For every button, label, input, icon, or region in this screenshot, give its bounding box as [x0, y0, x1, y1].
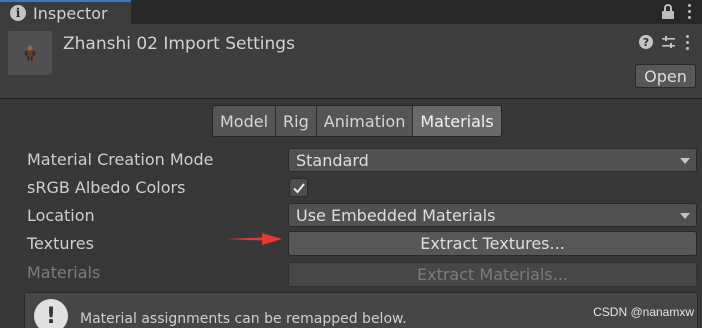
location-value: Use Embedded Materials [296, 205, 496, 225]
tab-animation[interactable]: Animation [316, 106, 414, 136]
tab-rig[interactable]: Rig [276, 106, 317, 136]
inspector-tab-label: Inspector [33, 3, 108, 23]
tab-model[interactable]: Model [213, 106, 277, 136]
chevron-down-icon [680, 213, 690, 219]
header-tools: ? [639, 34, 690, 50]
red-arrow-annotation [226, 233, 282, 245]
more-options-icon[interactable] [686, 3, 692, 19]
warning-icon: ! [34, 299, 68, 328]
open-button[interactable]: Open [635, 64, 696, 88]
srgb-albedo-label: sRGB Albedo Colors [27, 178, 186, 197]
extract-textures-button[interactable]: Extract Textures... [288, 231, 697, 256]
presets-icon[interactable] [661, 35, 676, 50]
materials-label: Materials [27, 263, 101, 282]
asset-thumbnail [8, 31, 52, 75]
srgb-albedo-checkbox[interactable] [289, 178, 308, 197]
tab-tools [661, 3, 692, 19]
material-creation-mode-dropdown[interactable]: Standard [288, 148, 697, 172]
extract-materials-button: Extract Materials... [288, 262, 697, 287]
lock-icon[interactable] [661, 3, 674, 19]
textures-label: Textures [27, 234, 94, 253]
character-preview-icon [24, 45, 36, 61]
helpbox-text: Material assignments can be remapped bel… [80, 311, 407, 327]
material-creation-mode-label: Material Creation Mode [27, 150, 214, 169]
chevron-down-icon [680, 158, 690, 164]
watermark: CSDN @nanamxw [593, 305, 694, 319]
tab-materials[interactable]: Materials [413, 106, 501, 136]
more-options-icon[interactable] [684, 34, 690, 50]
page-title: Zhanshi 02 Import Settings [63, 34, 295, 54]
import-settings-header: Zhanshi 02 Import Settings ? Open [0, 24, 702, 99]
import-tabs: Model Rig Animation Materials [212, 105, 502, 137]
info-icon: i [10, 5, 26, 21]
checkmark-icon [293, 183, 305, 194]
help-icon[interactable]: ? [639, 35, 653, 49]
window-tab-bar: i Inspector [0, 0, 702, 24]
location-dropdown[interactable]: Use Embedded Materials [288, 203, 697, 227]
inspector-tab[interactable]: i Inspector [0, 0, 131, 24]
material-creation-mode-value: Standard [296, 150, 369, 170]
location-label: Location [27, 206, 95, 225]
